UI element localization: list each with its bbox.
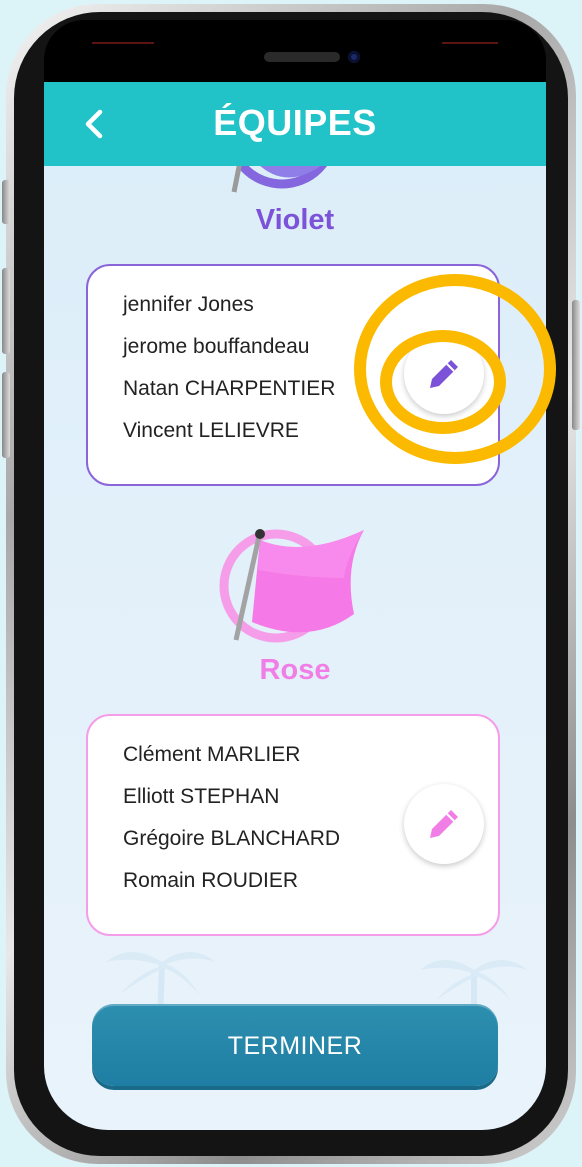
pencil-icon (430, 360, 458, 388)
app-screen: ÉQUIPES Violet jennifer Jones jerome bou… (44, 82, 546, 1130)
phone-side-button (2, 180, 10, 224)
edit-rose-button[interactable] (404, 784, 484, 864)
list-item: Natan CHARPENTIER (123, 377, 336, 400)
list-item: Clément MARLIER (123, 743, 301, 766)
rose-team-card: Clément MARLIER Elliott STEPHAN Grégoire… (86, 714, 500, 936)
violet-team-card: jennifer Jones jerome bouffandeau Natan … (86, 264, 500, 486)
terminer-button[interactable]: TERMINER (92, 1004, 498, 1086)
notch-area (44, 20, 546, 82)
list-item: Romain ROUDIER (123, 869, 299, 892)
speaker-grille (264, 52, 340, 62)
phone-volume-up (2, 268, 10, 354)
front-camera (348, 51, 360, 63)
phone-volume-down (2, 372, 10, 458)
rose-team-name: Rose (259, 654, 331, 686)
list-item: jennifer Jones (123, 293, 254, 316)
status-line-right (442, 42, 498, 44)
list-item: Grégoire BLANCHARD (123, 827, 341, 850)
rose-flag-icon (219, 529, 364, 643)
app-header: ÉQUIPES (44, 82, 546, 166)
list-item: jerome bouffandeau (123, 335, 310, 358)
pencil-icon (430, 810, 458, 838)
list-item: Elliott STEPHAN (123, 785, 280, 808)
edit-violet-button[interactable] (404, 334, 484, 414)
status-line-left (92, 42, 154, 44)
violet-team-name: Violet (255, 204, 335, 236)
phone-power-button (572, 300, 580, 430)
list-item: Vincent LELIEVRE (123, 419, 299, 442)
page-title: ÉQUIPES (213, 102, 377, 143)
